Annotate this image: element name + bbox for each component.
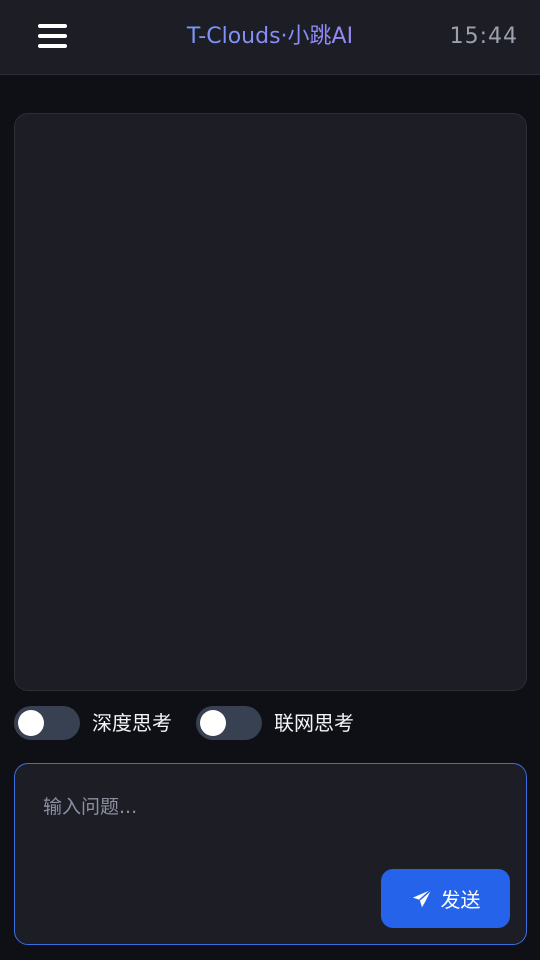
send-button-label: 发送 <box>440 888 481 912</box>
web-search-toggle-group: 联网思考 <box>196 706 354 740</box>
chat-messages-panel[interactable] <box>14 113 527 691</box>
question-input[interactable] <box>43 792 493 872</box>
deep-think-toggle[interactable] <box>14 706 80 740</box>
toggle-knob <box>200 710 226 736</box>
web-search-toggle[interactable] <box>196 706 262 740</box>
web-search-label: 联网思考 <box>274 711 354 735</box>
toggle-row: 深度思考 联网思考 <box>14 706 354 740</box>
clock: 15:44 <box>449 24 518 49</box>
question-input-box: 发送 <box>14 763 527 945</box>
toggle-knob <box>18 710 44 736</box>
deep-think-label: 深度思考 <box>92 711 172 735</box>
deep-think-toggle-group: 深度思考 <box>14 706 172 740</box>
send-button[interactable]: 发送 <box>381 869 510 928</box>
app-header: T-Clouds·小跳AI 15:44 <box>0 0 540 75</box>
paper-plane-icon <box>411 888 433 910</box>
